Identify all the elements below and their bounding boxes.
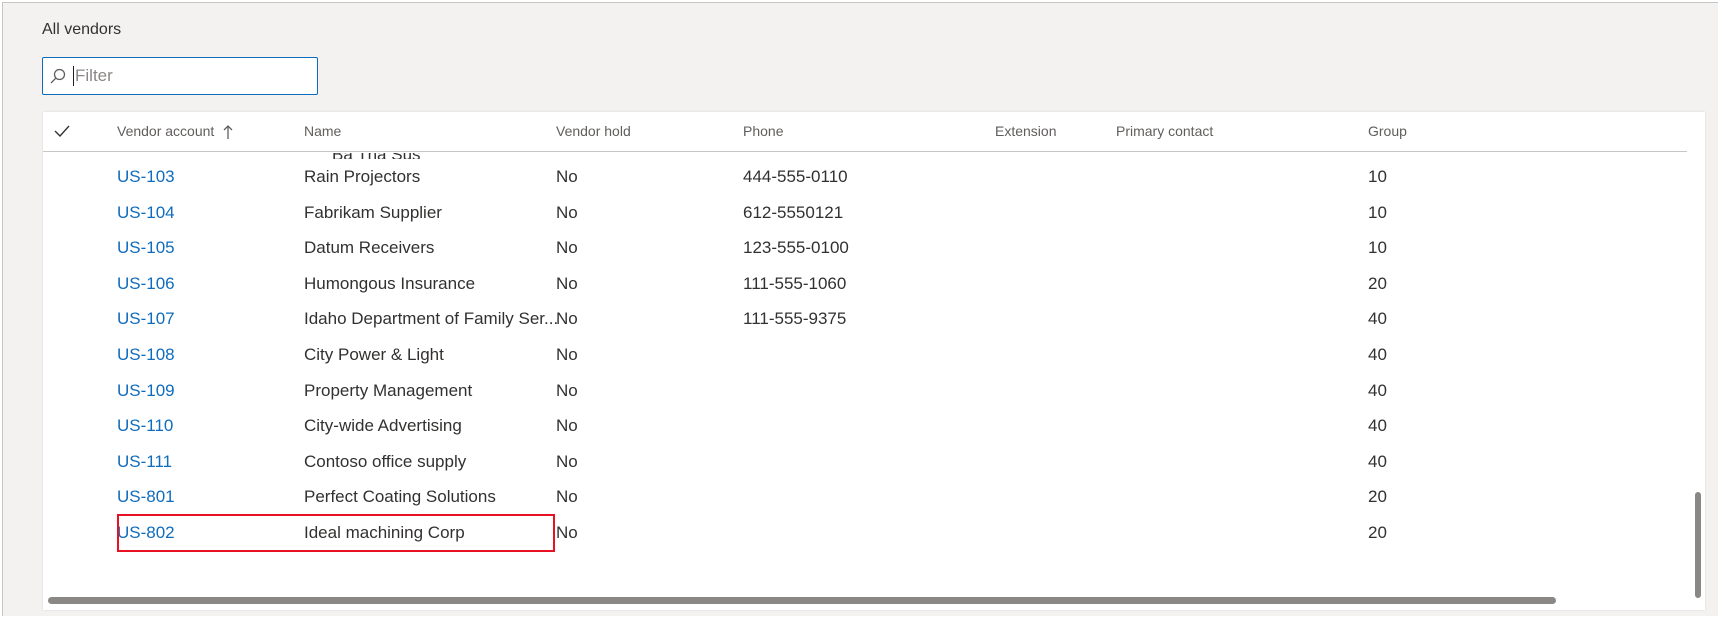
cell-account[interactable]: US-110 [117,416,173,436]
table-row[interactable]: US-801 Perfect Coating Solutions No 20 [43,477,1687,516]
cell-group: 40 [1368,416,1387,436]
table-row[interactable]: US-110 City-wide Advertising No 40 [43,406,1687,445]
cell-hold: No [556,487,578,507]
cell-name: Fabrikam Supplier [304,202,442,222]
grid-header: Vendor account Name Vendor hold Phone Ex… [43,112,1687,152]
table-row[interactable]: US-802 Ideal machining Corp No 20 [43,513,1687,552]
cell-hold: No [556,345,578,364]
cell-hold: No [556,167,578,186]
cell-phone: 612-5550121 [743,202,844,222]
cell-phone: 111-555-1060 [743,273,847,293]
table-row[interactable]: US-109 Property Management No 40 [43,371,1687,410]
cell-account[interactable]: US-106 [117,274,175,294]
cell-name: Rain Projectors [304,167,421,186]
column-header-primary-contact[interactable]: Primary contact [1116,123,1213,139]
filter-input[interactable] [75,62,311,90]
cell-name: Datum Receivers [304,238,435,258]
cell-group: 10 [1368,238,1387,258]
cell-name: Ideal machining Corp [304,523,465,542]
cell-hold: No [556,416,578,436]
horizontal-scrollbar[interactable] [48,597,1556,604]
cell-group: 20 [1368,487,1387,507]
column-header-phone[interactable]: Phone [743,123,783,139]
cell-account[interactable]: US-111 [117,452,172,472]
cell-account[interactable]: US-104 [117,203,175,223]
cell-group: 10 [1368,167,1387,186]
cell-name: Contoso office supply [304,451,467,471]
cell-hold: No [556,451,578,471]
cell-name: City-wide Advertising [304,416,462,436]
cell-group: 40 [1368,309,1387,329]
table-row[interactable]: US-106 Humongous Insurance No 111-555-1060 2… [43,264,1687,303]
table-row[interactable]: US-105 Datum Receivers No 123-555-0100 10 [43,228,1687,267]
column-header-extension[interactable]: Extension [995,123,1056,139]
cell-hold: No [556,380,578,400]
cell-account[interactable]: US-108 [117,345,175,365]
cell-group: 40 [1368,380,1387,400]
cell-phone: 123-555-0100 [743,238,849,258]
cell-group: 10 [1368,202,1387,222]
cell-hold: No [556,273,578,293]
cell-phone: 444-555-0110 [743,167,848,186]
column-header-group[interactable]: Group [1368,123,1407,139]
column-header-vendor-hold[interactable]: Vendor hold [556,123,631,139]
cell-group: 40 [1368,451,1387,471]
cell-account[interactable]: US-105 [117,238,175,258]
vertical-scrollbar[interactable] [1695,492,1701,598]
cell-group: 40 [1368,345,1387,364]
cell-name: City Power & Light [304,345,444,364]
cell-hold: No [556,309,578,329]
grid-rows: Ba Tha Sus US-103Rain ProjectorsNo444-55… [43,153,1687,591]
vendors-page: All vendors Vendor account Name Vendor h… [2,2,1718,616]
cell-group: 20 [1368,523,1387,542]
vendors-grid: Vendor account Name Vendor hold Phone Ex… [43,112,1705,610]
column-header-vendor-account[interactable]: Vendor account [117,123,214,139]
column-header-name[interactable]: Name [304,123,341,139]
arrow-up-icon[interactable] [222,123,234,141]
table-row[interactable]: US-111 Contoso office supply No 40 [43,442,1687,481]
table-row[interactable]: US-107 Idaho Department of Family Ser... N… [43,299,1687,338]
cell-phone: 111-555-9375 [743,309,847,329]
cell-name: Humongous Insurance [304,273,476,293]
cell-account[interactable]: US-801 [117,487,175,507]
cell-hold: No [556,523,578,542]
cell-account[interactable]: US-103 [117,167,175,187]
cell-name: Perfect Coating Solutions [304,487,496,507]
text-caret [73,66,74,86]
search-icon [50,68,66,84]
table-row[interactable]: US-108 City Power & Light No 40 [43,335,1687,374]
cell-hold: No [556,202,578,222]
table-row[interactable]: US-104 Fabrikam Supplier No 612-5550121 10 [43,193,1687,232]
cell-name: Idaho Department of Family Ser... [304,309,559,329]
table-row[interactable]: US-103 Rain Projectors No 444-555-0110 10 [43,157,1687,196]
cell-account[interactable]: US-109 [117,381,175,401]
cell-name: Property Management [304,380,473,400]
checkmark-icon[interactable] [53,122,71,140]
cell-account[interactable]: US-802 [117,523,175,543]
cell-hold: No [556,238,578,258]
page-title: All vendors [42,21,122,38]
filter-box[interactable] [42,57,318,95]
cell-account[interactable]: US-107 [117,309,175,329]
cell-group: 20 [1368,273,1387,293]
